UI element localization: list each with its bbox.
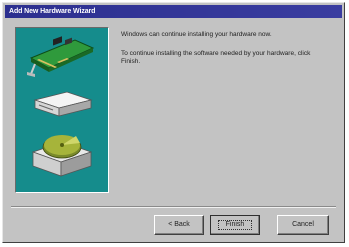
status-message: Windows can continue installing your har…: [121, 31, 272, 38]
finish-button-label: Finish: [225, 221, 245, 228]
title-bar[interactable]: Add New Hardware Wizard: [5, 5, 342, 18]
wizard-illustration: [15, 27, 109, 193]
instruction-message: To continue installing the software need…: [121, 50, 311, 65]
cancel-button[interactable]: Cancel: [277, 215, 329, 235]
finish-button[interactable]: Finish: [210, 215, 260, 235]
external-drive-icon: [33, 91, 93, 117]
window-title: Add New Hardware Wizard: [9, 8, 96, 15]
back-button[interactable]: < Back: [154, 215, 204, 235]
wizard-window: Add New Hardware Wizard Windows can cont…: [2, 2, 345, 243]
disk-drive-icon: [31, 135, 93, 177]
expansion-card-icon: [27, 36, 95, 77]
button-divider: [11, 206, 336, 208]
